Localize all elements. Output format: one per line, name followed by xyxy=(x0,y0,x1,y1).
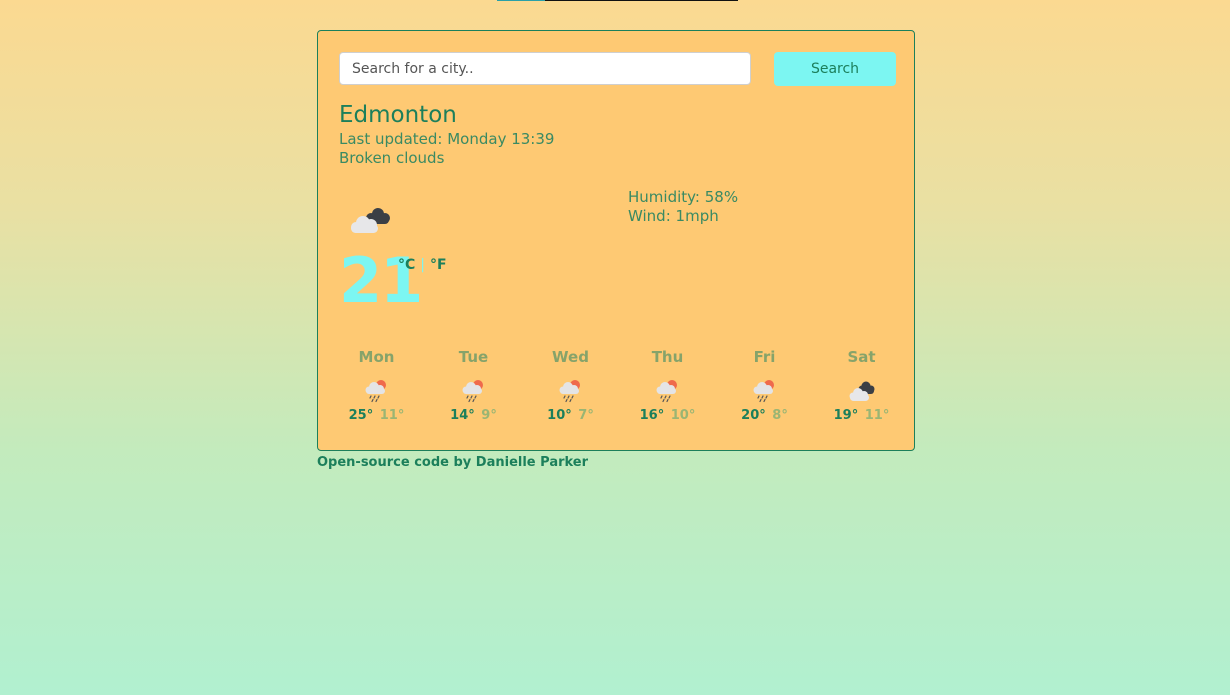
current-temperature: 21 xyxy=(339,244,423,317)
forecast-max: 16° xyxy=(639,408,665,423)
forecast-temps: 25° 11° xyxy=(328,407,425,425)
wind-value: 1mph xyxy=(675,207,719,225)
forecast-temps: 14° 9° xyxy=(425,407,522,425)
broken-clouds-icon xyxy=(351,208,390,233)
forecast-temps: 16° 10° xyxy=(619,407,716,425)
forecast-min: 11° xyxy=(379,408,405,423)
forecast-max: 14° xyxy=(450,408,475,423)
forecast-max: 19° xyxy=(833,408,859,423)
rain-icon xyxy=(365,380,386,403)
humidity: Humidity: 58% xyxy=(628,188,738,207)
forecast-temps: 10° 7° xyxy=(522,407,619,425)
last-updated: Last updated: Monday 13:39 xyxy=(339,130,554,149)
top-strip-accent xyxy=(497,0,545,1)
city-name: Edmonton xyxy=(339,102,457,128)
forecast-day: Fri 20° 8° xyxy=(716,347,813,425)
rain-icon xyxy=(656,380,677,403)
forecast-day-name: Tue xyxy=(458,348,489,366)
forecast-day: Wed 10° 7° xyxy=(522,347,619,425)
forecast-max: 10° xyxy=(547,408,572,423)
forecast: Mon 25° 11° Tue 14° 9° Wed 10° 7° Thu 16… xyxy=(328,347,908,437)
rain-icon xyxy=(559,380,580,403)
wind: Wind: 1mph xyxy=(628,207,719,226)
source-code-link[interactable]: Open-source code xyxy=(317,455,449,470)
forecast-min: 9° xyxy=(481,408,497,423)
forecast-day-name: Wed xyxy=(552,348,589,366)
forecast-min: 8° xyxy=(772,408,788,423)
author-credit: by Danielle Parker xyxy=(453,455,589,470)
forecast-day-name: Thu xyxy=(651,348,684,366)
forecast-day-name: Mon xyxy=(358,348,395,366)
forecast-min: 11° xyxy=(864,408,890,423)
forecast-temps: 19° 11° xyxy=(813,407,910,425)
forecast-day: Thu 16° 10° xyxy=(619,347,716,425)
top-strip-dark xyxy=(545,0,738,1)
wind-label: Wind: xyxy=(628,207,671,225)
weather-card: Search Edmonton Last updated: Monday 13:… xyxy=(317,30,915,451)
forecast-min: 7° xyxy=(578,408,594,423)
forecast-day: Mon 25° 11° xyxy=(328,347,425,425)
rain-icon xyxy=(753,380,774,403)
celsius-link[interactable]: °C xyxy=(398,257,415,273)
humidity-label: Humidity: xyxy=(628,188,700,206)
last-updated-value: Monday 13:39 xyxy=(447,130,555,148)
search-input[interactable] xyxy=(339,52,751,85)
forecast-max: 20° xyxy=(741,408,766,423)
humidity-value: 58% xyxy=(704,188,739,206)
weather-description: Broken clouds xyxy=(339,149,445,167)
unit-toggle: °C | °F xyxy=(398,257,447,273)
search-button[interactable]: Search xyxy=(774,52,896,86)
footer-credit: Open-source code by Danielle Parker xyxy=(317,455,588,470)
top-strip xyxy=(497,0,738,1)
forecast-day: Sat 19° 11° xyxy=(813,347,910,425)
forecast-temps: 20° 8° xyxy=(716,407,813,425)
forecast-day-name: Sat xyxy=(847,348,876,366)
fahrenheit-link[interactable]: °F xyxy=(430,257,447,273)
last-updated-label: Last updated: xyxy=(339,130,443,148)
forecast-day-name: Fri xyxy=(753,348,776,366)
unit-separator: | xyxy=(420,257,425,273)
forecast-max: 25° xyxy=(348,408,374,423)
forecast-day: Tue 14° 9° xyxy=(425,347,522,425)
forecast-min: 10° xyxy=(670,408,696,423)
rain-icon xyxy=(462,380,483,403)
broken-clouds-icon xyxy=(849,381,874,401)
